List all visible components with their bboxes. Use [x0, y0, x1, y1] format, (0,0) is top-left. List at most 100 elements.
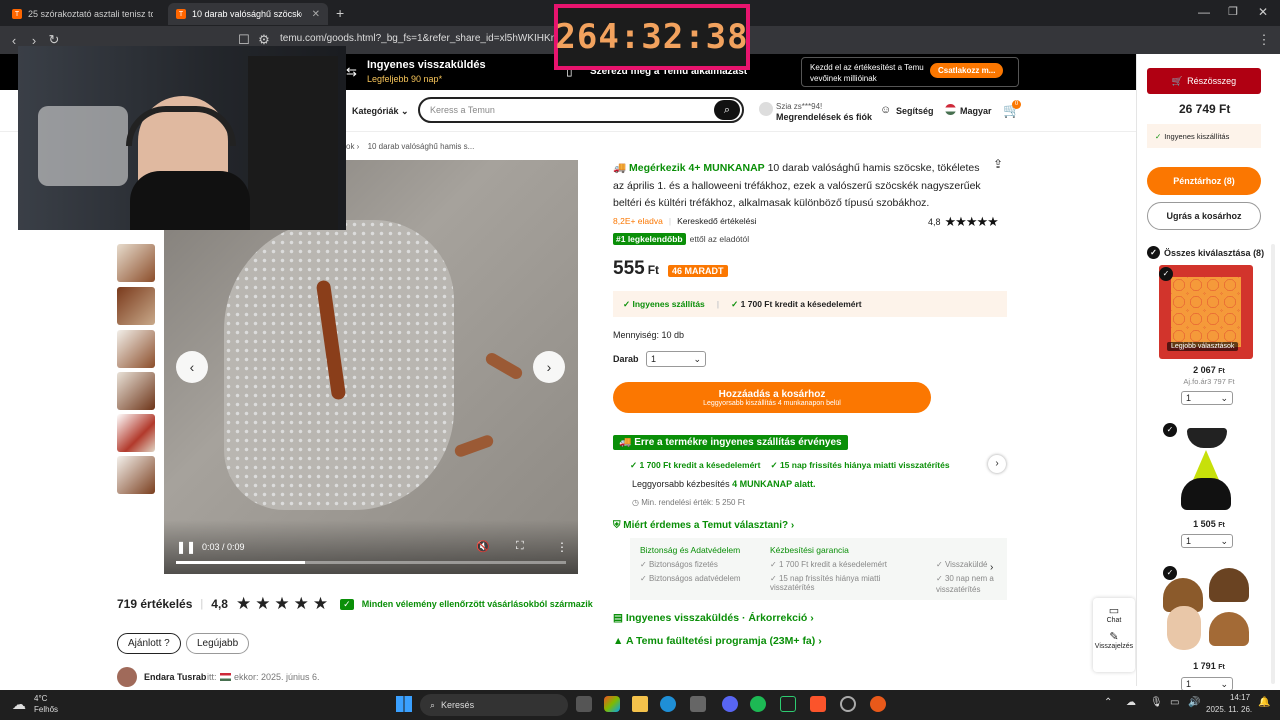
categories-menu[interactable]: Kategóriák ⌄: [352, 106, 409, 117]
seller-promo[interactable]: Kezdd el az értékesítést a Temu vevőinek…: [801, 57, 1019, 87]
fastest-delivery-label: Leggyorsabb kézbesítés: [632, 479, 730, 489]
filter-newest[interactable]: Legújabb: [186, 633, 250, 654]
darab-select[interactable]: 1 ⌄: [646, 351, 706, 367]
browser-tab-2[interactable]: T 10 darab valósághű szöcske tök... ✕: [168, 3, 328, 25]
shipping-benefit-bar: ✓ Ingyenes szállítás | ✓ 1 700 Ft kredit…: [613, 291, 1007, 317]
security-title: Biztonság és Adatvédelem: [640, 545, 741, 555]
free-returns-link[interactable]: ▤ Ingyenes visszaküldés · Árkorrekció ›: [613, 612, 814, 624]
video-controls: ❚❚ 0:03 / 0:09 🔇 ⛶ ⋮: [164, 520, 578, 574]
add-to-cart-button[interactable]: Hozzáadás a kosárhoz Leggyorsabb kiszáll…: [613, 382, 931, 413]
partial-total-button[interactable]: 🛒 Részösszeg: [1147, 68, 1261, 94]
tree-program-link[interactable]: ▲ A Temu faültetési programja (23M+ fa) …: [613, 635, 822, 647]
floating-toolbar: ▭ Chat ✎ Visszajelzés: [1093, 598, 1135, 672]
onedrive-icon[interactable]: ☁: [1126, 697, 1136, 708]
delivery-truck-icon: 🚚: [613, 162, 627, 174]
checkbox-checked-icon[interactable]: ✓: [1147, 246, 1160, 259]
thumbnail-image[interactable]: [117, 287, 155, 325]
mute-icon[interactable]: 🔇: [476, 540, 490, 553]
obs-icon[interactable]: [840, 696, 856, 712]
weather-cloud-icon: ☁: [12, 696, 26, 712]
security-item: ✓ Biztonságos fizetés: [640, 560, 718, 569]
breadcrumb: ok › 10 darab valósághű hamis s...: [346, 142, 475, 151]
join-button[interactable]: Csatlakozz m...: [930, 63, 1004, 78]
close-tab-icon[interactable]: ✕: [312, 9, 320, 20]
checkbox-checked-icon[interactable]: ✓: [1159, 267, 1173, 281]
more-icon[interactable]: ⋮: [556, 540, 568, 554]
prev-image-icon[interactable]: ‹: [176, 351, 208, 383]
chat-icon[interactable]: ▭: [1093, 604, 1135, 617]
windows-start-icon[interactable]: [396, 696, 412, 712]
close-window-icon[interactable]: ✕: [1258, 5, 1268, 19]
cart-item-qty[interactable]: 1 ⌄: [1181, 391, 1233, 405]
cart-item-qty[interactable]: 1 ⌄: [1181, 534, 1233, 548]
checkbox-checked-icon[interactable]: ✓: [1163, 566, 1177, 580]
cart-item-image[interactable]: Legjobb választások: [1159, 265, 1253, 359]
clock-time[interactable]: 14:17: [1230, 693, 1250, 702]
search-input[interactable]: Keress a Temun ⌕: [418, 97, 744, 123]
menu-icon[interactable]: ⋮: [1254, 32, 1274, 48]
language-selector[interactable]: Magyar: [960, 106, 992, 116]
maximize-icon[interactable]: ❐: [1228, 5, 1238, 18]
help-link[interactable]: Segítség: [896, 106, 934, 116]
task-view-icon[interactable]: [576, 696, 592, 712]
guarantee-next-icon[interactable]: ›: [990, 562, 993, 573]
copilot-icon[interactable]: [604, 696, 620, 712]
shipping-next-icon[interactable]: ›: [988, 455, 1006, 473]
feedback-label[interactable]: Visszajelzés: [1093, 643, 1135, 650]
chat-label[interactable]: Chat: [1093, 617, 1135, 624]
cart-scrollbar[interactable]: [1271, 244, 1275, 684]
weather-desc[interactable]: Felhős: [34, 705, 58, 714]
edge-icon[interactable]: [660, 696, 676, 712]
checkout-button[interactable]: Pénztárhoz (8): [1147, 167, 1261, 195]
filter-recommended[interactable]: Ajánlott ?: [117, 633, 181, 654]
pause-icon[interactable]: ❚❚: [176, 540, 196, 554]
thumbnail-image[interactable]: [117, 372, 155, 410]
thumbnail-image[interactable]: [117, 330, 155, 368]
return-item: ✓ 30 nap nem a: [936, 574, 994, 583]
brave-icon[interactable]: [810, 696, 826, 712]
network-icon[interactable]: ▭: [1170, 697, 1179, 708]
video-progress-track[interactable]: [176, 561, 566, 564]
free-shipping-banner[interactable]: 🚚 Erre a termékre ingyenes szállítás érv…: [613, 435, 848, 450]
free-return-title: Ingyenes visszaküldés: [367, 59, 486, 71]
mic-icon[interactable]: 🎙: [1150, 697, 1163, 708]
new-tab-button[interactable]: +: [336, 5, 344, 21]
stars-icon: ★★★★★: [235, 594, 333, 613]
product-rating[interactable]: 4,8 ★★★★★: [928, 214, 999, 230]
share-icon[interactable]: ⇪: [993, 157, 1003, 171]
tree-program-text: A Temu faültetési programja (23M+ fa): [625, 635, 816, 647]
thumbnail-image[interactable]: [117, 414, 155, 452]
grasshopper-shape: [453, 433, 495, 459]
seller-rating-label[interactable]: Kereskedő értékelési: [677, 216, 756, 226]
volume-icon[interactable]: 🔊: [1188, 697, 1200, 708]
breadcrumb-prev[interactable]: ok: [346, 142, 354, 151]
store-icon[interactable]: [690, 696, 706, 712]
streamer-shirt: [130, 171, 250, 230]
app-icon[interactable]: [870, 696, 886, 712]
taskbar-search[interactable]: ⌕ Keresés: [420, 694, 568, 716]
why-temu-link[interactable]: ⛨ Miért érdemes a Temut választani? ›: [613, 520, 794, 531]
clock-date[interactable]: 2025. 11. 26.: [1206, 705, 1252, 714]
video-time: 0:03 / 0:09: [202, 542, 245, 552]
spotify-icon[interactable]: [750, 696, 766, 712]
cart-item-qty[interactable]: 1 ⌄: [1181, 677, 1233, 691]
notification-icon[interactable]: 🔔: [1258, 697, 1270, 708]
reviewer-name[interactable]: Endara Tusrab: [144, 672, 206, 682]
discord-icon[interactable]: [722, 696, 738, 712]
browser-tab-1[interactable]: T 25 szórakoztató asztali tenisz tojás s…: [4, 3, 164, 25]
terminal-icon[interactable]: [780, 696, 796, 712]
tray-chevron-icon[interactable]: ⌃: [1104, 697, 1112, 708]
minimize-icon[interactable]: —: [1198, 5, 1210, 19]
go-to-cart-button[interactable]: Ugrás a kosárhoz: [1147, 202, 1261, 230]
file-explorer-icon[interactable]: [632, 696, 648, 712]
orders-account-link[interactable]: Megrendelések és fiók: [776, 112, 872, 122]
next-image-icon[interactable]: ›: [533, 351, 565, 383]
search-icon[interactable]: ⌕: [714, 100, 740, 120]
fullscreen-icon[interactable]: ⛶: [516, 540, 524, 553]
thumbnail-image[interactable]: [117, 456, 155, 494]
feedback-icon[interactable]: ✎: [1093, 630, 1135, 643]
weather-temp[interactable]: 4°C: [34, 694, 47, 703]
thumbnail-image[interactable]: [117, 244, 155, 282]
checkbox-checked-icon[interactable]: ✓: [1163, 423, 1177, 437]
select-all-row[interactable]: ✓ Összes kiválasztása (8): [1147, 246, 1264, 259]
